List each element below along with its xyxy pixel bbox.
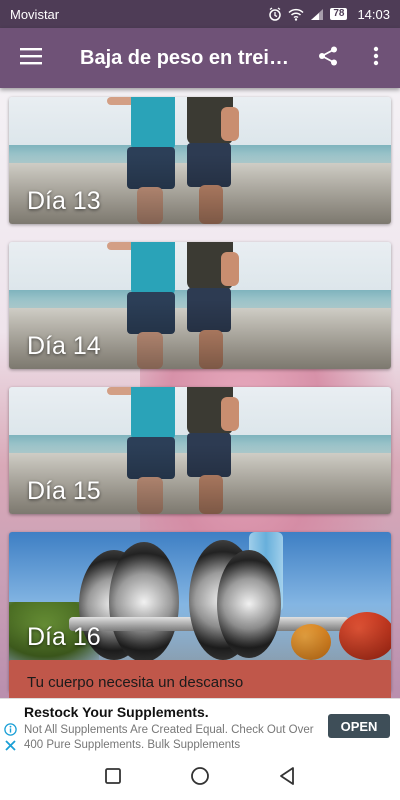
system-nav-bar bbox=[0, 756, 400, 800]
more-icon bbox=[373, 46, 379, 71]
wifi-icon bbox=[288, 8, 304, 21]
ad-open-button[interactable]: OPEN bbox=[328, 714, 390, 738]
card-label: Día 13 bbox=[27, 187, 101, 215]
share-button[interactable] bbox=[304, 28, 352, 88]
day-list[interactable]: Día 13 Día 14 Día 15 Día 16 Tu cuerpo ne… bbox=[0, 88, 400, 698]
back-button[interactable] bbox=[267, 758, 307, 798]
status-bar: Movistar 78 14:03 bbox=[0, 0, 400, 28]
card-label: Día 15 bbox=[27, 477, 101, 505]
rest-banner: Tu cuerpo necesita un descanso bbox=[9, 660, 391, 698]
page-title: Baja de peso en trei… bbox=[80, 46, 289, 69]
ad-title: Restock Your Supplements. bbox=[24, 704, 209, 720]
home-button[interactable] bbox=[180, 758, 220, 798]
status-time: 14:03 bbox=[357, 6, 390, 22]
signal-icon bbox=[310, 8, 324, 21]
carrier-name: Movistar bbox=[10, 6, 60, 22]
more-options-button[interactable] bbox=[352, 28, 400, 88]
menu-icon bbox=[19, 47, 43, 70]
menu-button[interactable] bbox=[0, 28, 62, 88]
day-card-14[interactable]: Día 14 bbox=[9, 242, 391, 369]
status-icons: 78 14:03 bbox=[268, 7, 390, 22]
recents-icon bbox=[104, 767, 122, 790]
alarm-icon bbox=[268, 7, 282, 21]
ad-banner[interactable]: Restock Your Supplements. Not All Supple… bbox=[0, 698, 400, 756]
battery-icon: 78 bbox=[330, 8, 348, 20]
ad-body: Not All Supplements Are Created Equal. C… bbox=[24, 724, 314, 751]
app-bar: Baja de peso en trei… bbox=[0, 28, 400, 88]
recents-button[interactable] bbox=[93, 758, 133, 798]
back-icon bbox=[278, 766, 296, 791]
card-label: Día 16 bbox=[27, 623, 101, 651]
share-icon bbox=[317, 45, 339, 72]
ad-close-icon[interactable] bbox=[4, 739, 17, 757]
day-card-15[interactable]: Día 15 bbox=[9, 387, 391, 514]
day-card-13[interactable]: Día 13 bbox=[9, 97, 391, 224]
home-icon bbox=[190, 766, 210, 791]
card-label: Día 14 bbox=[27, 332, 101, 360]
